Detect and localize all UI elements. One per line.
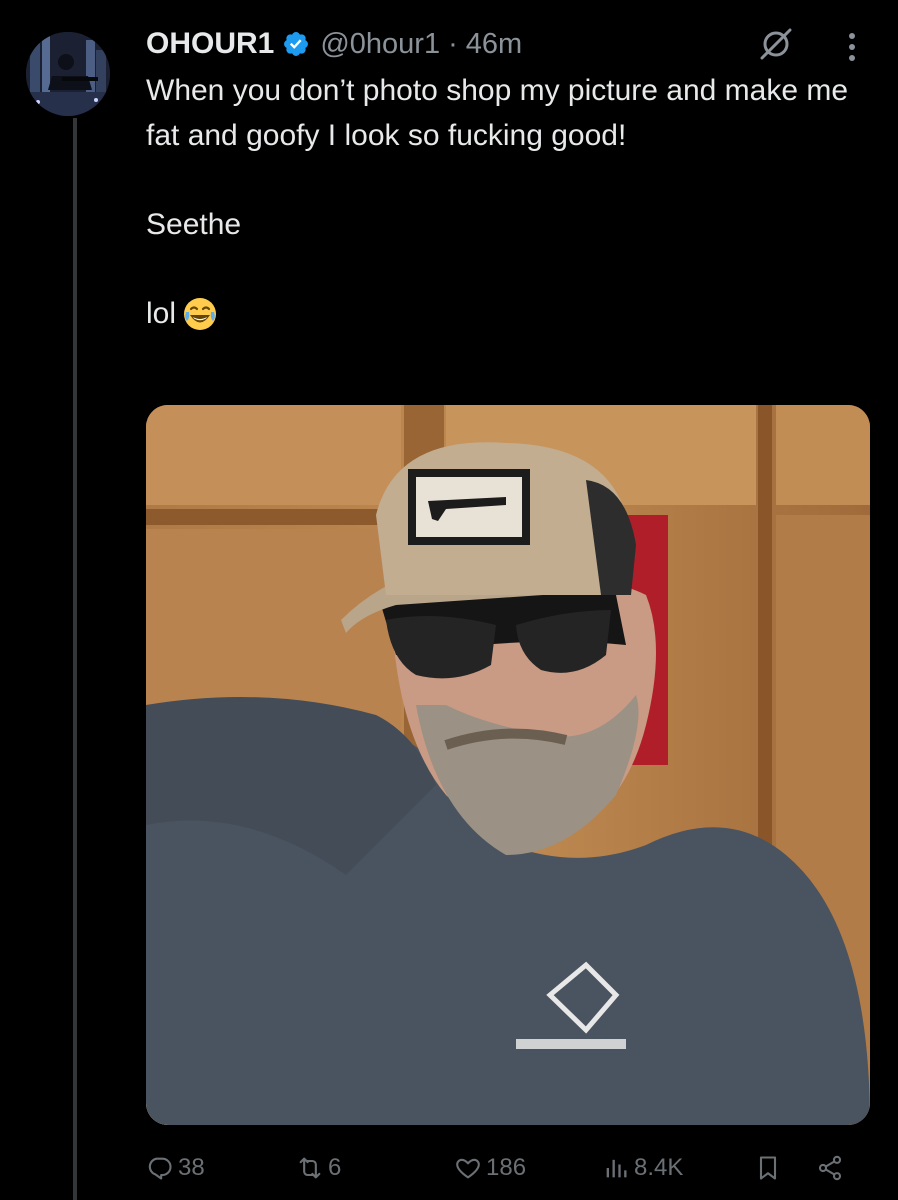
bookmark-icon — [759, 1156, 777, 1180]
share-icon — [818, 1155, 842, 1181]
tweet-text-line: lol — [146, 297, 177, 330]
like-button[interactable]: 186 — [454, 1146, 526, 1190]
views-button[interactable]: 8.4K — [602, 1146, 683, 1190]
tweet-photo[interactable] — [146, 405, 870, 1125]
retweet-count: 6 — [328, 1154, 342, 1181]
bookmark-button[interactable] — [754, 1146, 786, 1190]
retweet-button[interactable]: 6 — [296, 1146, 341, 1190]
display-name[interactable]: OHOUR1 — [146, 27, 274, 61]
share-button[interactable] — [816, 1146, 848, 1190]
tweet-header: OHOUR1 @0hour1 · 46m — [146, 24, 522, 64]
like-count: 186 — [486, 1154, 527, 1181]
action-bar: 38 6 186 8.4K — [146, 1146, 870, 1190]
reply-icon — [148, 1157, 172, 1180]
thread-line — [73, 118, 77, 1200]
handle[interactable]: @0hour1 — [320, 28, 440, 61]
avatar-image — [26, 32, 110, 116]
tweet-text-line: Seethe — [146, 208, 242, 241]
laughing-emoji-icon — [182, 296, 218, 332]
retweet-icon — [299, 1157, 321, 1179]
timestamp[interactable]: 46m — [466, 28, 522, 61]
tweet-text-line: When you don’t photo shop my picture and… — [146, 74, 849, 152]
grok-icon[interactable] — [758, 26, 794, 62]
photo-image — [146, 405, 870, 1125]
like-icon — [456, 1158, 480, 1179]
tweet-text: When you don’t photo shop my picture and… — [146, 68, 866, 336]
reply-button[interactable]: 38 — [146, 1146, 205, 1190]
separator-dot: · — [448, 27, 458, 60]
views-count: 8.4K — [634, 1154, 684, 1181]
reply-count: 38 — [178, 1154, 205, 1181]
tweet-text-line-lol: lol — [146, 291, 866, 336]
verified-badge-icon — [282, 30, 310, 58]
avatar[interactable] — [26, 32, 110, 116]
views-icon — [606, 1159, 627, 1178]
more-icon[interactable] — [844, 30, 860, 64]
